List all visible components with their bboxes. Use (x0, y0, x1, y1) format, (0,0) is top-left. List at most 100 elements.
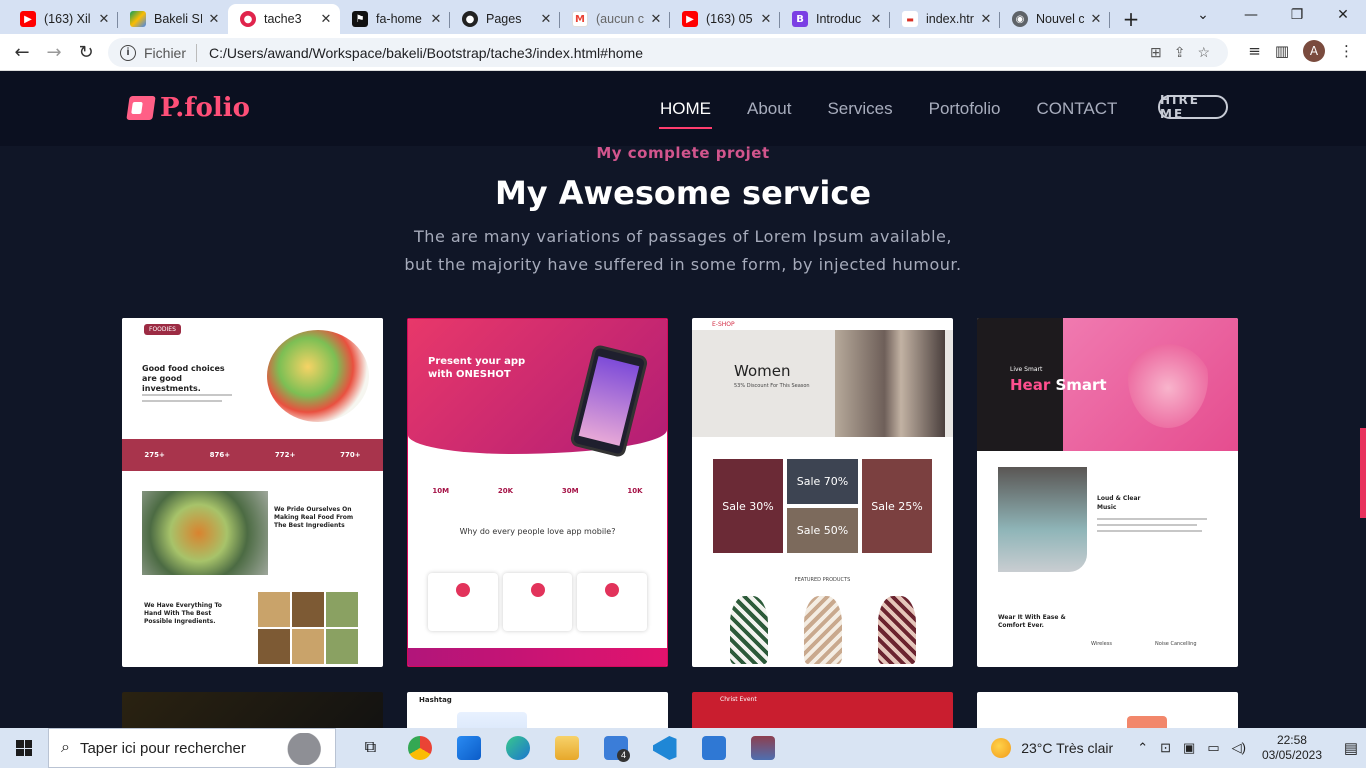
site-menu: HOME About Services Portofolio CONTACT (659, 99, 1117, 129)
close-icon[interactable]: ✕ (1088, 12, 1104, 27)
foodies-headline: Good food choices are good investments. (142, 364, 225, 393)
chrome-app[interactable] (395, 728, 444, 768)
avatar[interactable]: A (1303, 40, 1325, 62)
close-icon[interactable]: ✕ (318, 12, 334, 27)
scroll-indicator[interactable] (1360, 428, 1366, 518)
portfolio-grid: FOODIES Good food choices are good inves… (122, 318, 1238, 728)
stat-value: 770+ (340, 451, 361, 459)
tab-search-chevron-icon[interactable]: ⌄ (1188, 0, 1218, 30)
browser-tab[interactable]: M (aucun c ✕ (560, 4, 670, 34)
store-app[interactable] (444, 728, 493, 768)
close-icon[interactable]: ✕ (206, 12, 222, 27)
side-panel-icon[interactable]: ▥ (1275, 42, 1289, 60)
remote-app[interactable] (689, 728, 738, 768)
close-window-button[interactable]: ✕ (1320, 0, 1366, 30)
archive-icon (750, 736, 775, 760)
stat-value: 20K (497, 487, 514, 495)
browser-tab[interactable]: ◉ Nouvel c ✕ (1000, 4, 1110, 34)
gallery-tile (292, 629, 324, 664)
nav-home[interactable]: HOME (659, 99, 712, 129)
sale-tile: Sale 25% (862, 459, 932, 553)
back-button[interactable]: ← (6, 36, 38, 68)
site-logo[interactable]: P.folio (126, 93, 250, 123)
clock-date: 03/05/2023 (1261, 748, 1322, 762)
reload-button[interactable]: ↻ (70, 36, 102, 68)
maximize-button[interactable]: ❐ (1274, 0, 1320, 30)
close-icon[interactable]: ✕ (868, 12, 884, 27)
portfolio-card-hashtag[interactable]: Hashtag (407, 692, 668, 728)
stat-value: 876+ (209, 451, 231, 459)
vscode-app[interactable] (640, 728, 689, 768)
minimize-button[interactable]: — (1228, 0, 1274, 30)
card-hero: Women 53% Discount For This Season (692, 330, 953, 437)
feature-box (577, 573, 647, 631)
browser-tab[interactable]: Bakeli SI ✕ (118, 4, 228, 34)
menu-dots-icon[interactable]: ⋮ (1339, 42, 1354, 60)
browser-tab-active[interactable]: ● tache3 ✕ (228, 4, 340, 34)
stat-value: 10M (432, 487, 450, 495)
clock[interactable]: 22:58 03/05/2023 (1262, 733, 1322, 763)
portfolio-card-foodies[interactable]: FOODIES Good food choices are good inves… (122, 318, 383, 667)
browser-tab[interactable]: ● Pages ✕ (450, 4, 560, 34)
translate-icon[interactable]: ⊞ (1150, 44, 1162, 61)
media-queue-icon[interactable]: ≡ (1248, 42, 1261, 60)
winrar-app[interactable] (738, 728, 787, 768)
portfolio-card-studio[interactable] (977, 692, 1238, 728)
info-icon[interactable]: i (120, 44, 136, 61)
portfolio-card-eshop[interactable]: E-SHOP Women 53% Discount For This Seaso… (692, 318, 953, 667)
new-tab-button[interactable]: + (1114, 4, 1148, 34)
portfolio-card-headphones[interactable]: Live Smart Hear Smart Loud & Clear Music… (977, 318, 1238, 667)
browser-tab[interactable]: B Introduc ✕ (780, 4, 890, 34)
nav-about[interactable]: About (747, 99, 791, 119)
drive-tray-icon[interactable]: ▣ (1183, 740, 1195, 756)
notifications-icon[interactable]: ▤ (1336, 739, 1366, 757)
site-navbar: P.folio HOME About Services Portofolio C… (0, 71, 1366, 146)
close-icon[interactable]: ✕ (648, 12, 664, 27)
foodies-badge: FOODIES (144, 324, 181, 335)
bookmark-star-icon[interactable]: ☆ (1197, 44, 1210, 61)
portfolio-card-christ-event[interactable]: Christ Event (692, 692, 953, 728)
food-gallery (258, 592, 358, 664)
battery-icon[interactable]: ▭ (1207, 740, 1219, 756)
nav-contact[interactable]: CONTACT (1036, 99, 1117, 119)
url-text[interactable]: C:/Users/awand/Workspace/bakeli/Bootstra… (209, 45, 643, 61)
task-view-button[interactable]: ⧉ (346, 728, 395, 768)
browser-tab[interactable]: ▶ (163) Xil ✕ (8, 4, 118, 34)
title-part: Smart (1055, 376, 1107, 394)
clock-time: 22:58 (1276, 733, 1307, 747)
gallery-tile (326, 592, 358, 627)
placeholder-line (1097, 524, 1197, 526)
toolbar: ← → ↻ i Fichier C:/Users/awand/Workspace… (0, 34, 1366, 71)
share-icon[interactable]: ⇪ (1174, 44, 1186, 61)
nav-portofolio[interactable]: Portofolio (929, 99, 1001, 119)
feature-boxes (428, 573, 647, 631)
portfolio-card-jewelry[interactable] (122, 692, 383, 728)
taskbar-search[interactable]: ⌕ Taper ici pour rechercher (48, 728, 336, 768)
volume-icon[interactable]: ◁) (1232, 740, 1246, 756)
mail-app[interactable]: 4 (591, 728, 640, 768)
headphones-model-image (1128, 328, 1208, 428)
browser-tab[interactable]: ⚑ fa-home ✕ (340, 4, 450, 34)
network-icon[interactable]: ⊡ (1160, 740, 1171, 756)
address-bar[interactable]: i Fichier C:/Users/awand/Workspace/bakel… (108, 38, 1228, 67)
close-icon[interactable]: ✕ (758, 12, 774, 27)
gmail-icon: M (572, 11, 588, 27)
chevron-up-icon[interactable]: ⌃ (1137, 740, 1148, 756)
forward-button[interactable]: → (38, 36, 70, 68)
foodies-text: We Have Everything To Hand With The Best… (144, 602, 222, 625)
browser-tab[interactable]: ▬ index.htr ✕ (890, 4, 1000, 34)
weather-widget[interactable]: 23°C Très clair (991, 738, 1113, 758)
browser-tab[interactable]: ▶ (163) 05 ✕ (670, 4, 780, 34)
close-icon[interactable]: ✕ (428, 12, 444, 27)
nav-services[interactable]: Services (827, 99, 892, 119)
hire-me-button[interactable]: HIRE ME (1158, 93, 1228, 121)
explorer-app[interactable] (542, 728, 591, 768)
close-icon[interactable]: ✕ (538, 12, 554, 27)
start-button[interactable] (0, 728, 48, 768)
divider (196, 43, 198, 62)
edge-app[interactable] (493, 728, 542, 768)
search-placeholder: Taper ici pour rechercher (79, 739, 246, 757)
close-icon[interactable]: ✕ (96, 12, 112, 27)
portfolio-card-oneshot[interactable]: Present your app with ONESHOT 10M 20K 30… (407, 318, 668, 667)
close-icon[interactable]: ✕ (978, 12, 994, 27)
